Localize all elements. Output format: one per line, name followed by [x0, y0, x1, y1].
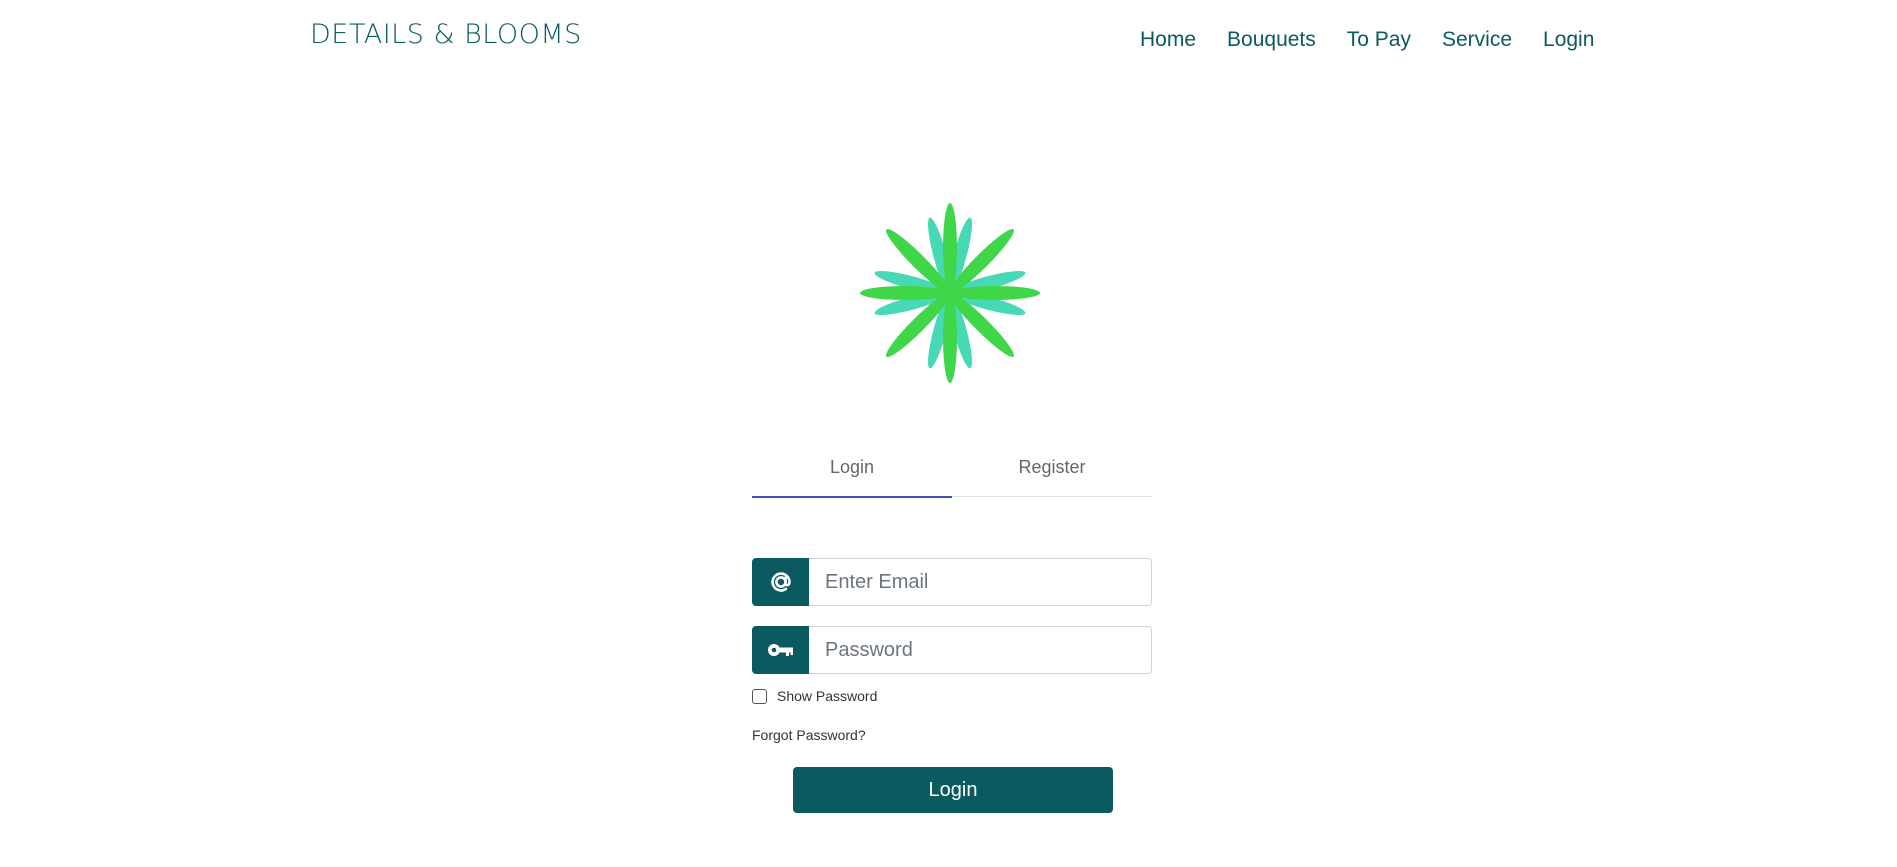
- nav-bouquets[interactable]: Bouquets: [1227, 27, 1316, 53]
- show-password-checkbox[interactable]: [752, 688, 767, 704]
- forgot-password-link[interactable]: Forgot Password?: [752, 727, 866, 743]
- auth-tabs: Login Register: [752, 447, 1152, 498]
- show-password-toggle[interactable]: Show Password: [752, 688, 877, 704]
- flower-petal: [943, 203, 957, 293]
- login-page: DETAILS & BLOOMS Home Bouquets To Pay Se…: [0, 0, 1897, 867]
- email-input[interactable]: [809, 558, 1152, 606]
- login-button[interactable]: Login: [793, 767, 1113, 813]
- email-field-group: [752, 558, 1152, 606]
- flower-petal: [943, 293, 957, 383]
- tab-register[interactable]: Register: [952, 447, 1152, 497]
- flower-logo-icon: [860, 203, 1040, 383]
- main-nav: Home Bouquets To Pay Service Login: [1140, 27, 1594, 53]
- flower-petal: [860, 286, 950, 300]
- key-icon: [752, 626, 809, 674]
- password-input[interactable]: [809, 626, 1152, 674]
- nav-to-pay[interactable]: To Pay: [1347, 27, 1411, 53]
- nav-login[interactable]: Login: [1543, 27, 1594, 53]
- tab-login[interactable]: Login: [752, 447, 952, 498]
- at-sign-icon: [752, 558, 809, 606]
- flower-petal: [950, 286, 1040, 300]
- password-field-group: [752, 626, 1152, 674]
- brand-logo-text[interactable]: DETAILS & BLOOMS: [310, 19, 582, 51]
- show-password-label: Show Password: [777, 688, 878, 704]
- nav-home[interactable]: Home: [1140, 27, 1196, 53]
- nav-service[interactable]: Service: [1442, 27, 1512, 53]
